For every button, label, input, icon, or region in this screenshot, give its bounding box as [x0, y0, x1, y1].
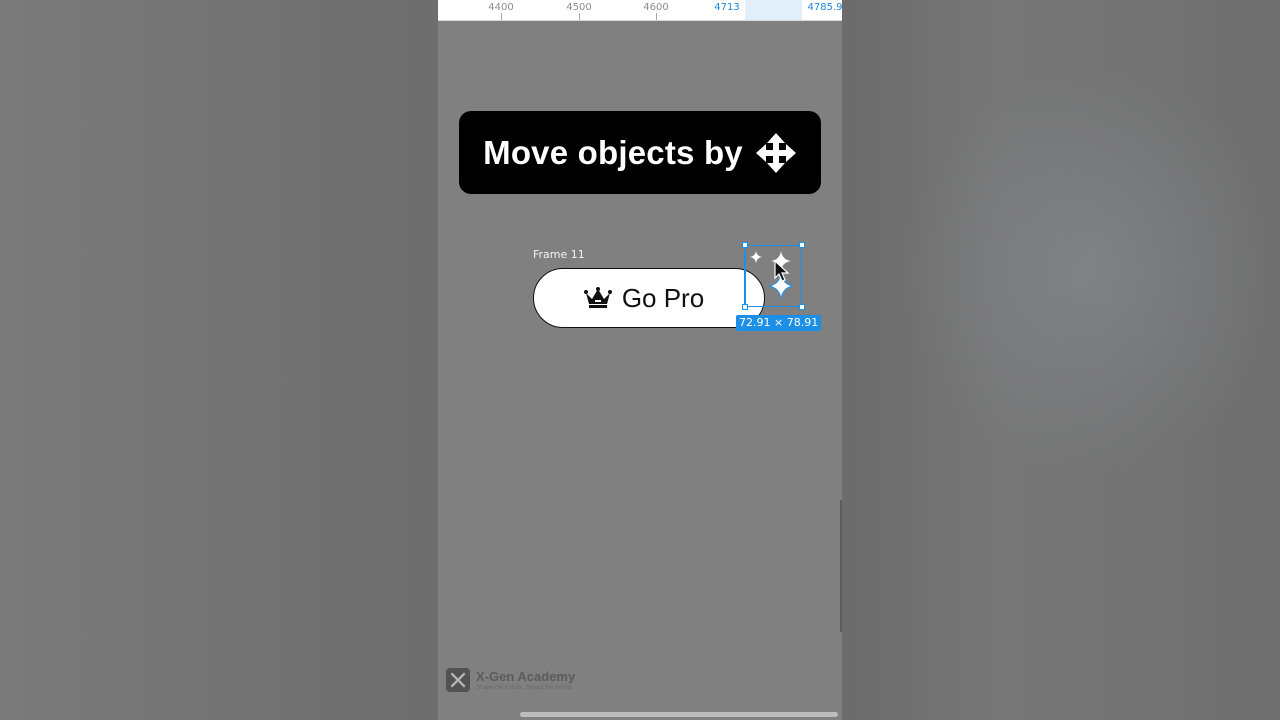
ruler-selection-range	[745, 0, 802, 20]
watermark: X-Gen Academy Shape the Future, Impact t…	[446, 668, 575, 692]
resize-handle-top-right[interactable]	[799, 242, 805, 248]
horizontal-ruler: 4400 4500 4600 4713 4785.9	[438, 0, 842, 21]
mouse-cursor-icon	[774, 260, 790, 282]
dimensions-badge: 72.91 × 78.91	[736, 315, 822, 331]
move-arrows-icon	[755, 132, 796, 173]
design-canvas[interactable]: 4400 4500 4600 4713 4785.9 Move objects …	[438, 0, 842, 720]
ruler-label-selection-start: 4713	[714, 2, 740, 13]
ruler-tick	[656, 13, 657, 20]
resize-handle-top-left[interactable]	[742, 242, 748, 248]
vertical-scrollbar[interactable]	[840, 500, 842, 632]
watermark-subtitle: Shape the Future, Impact the World.	[476, 685, 573, 691]
small-sparkle-icon	[750, 251, 762, 263]
ruler-tick	[579, 13, 580, 20]
ruler-label-4400: 4400	[488, 2, 514, 13]
x-logo-icon	[446, 668, 470, 692]
ruler-tick	[501, 13, 502, 20]
resize-handle-bottom-left[interactable]	[742, 304, 748, 310]
ruler-label-4500: 4500	[566, 2, 592, 13]
background-glow	[900, 60, 1280, 480]
watermark-title: X-Gen Academy	[476, 669, 576, 684]
banner-text: Move objects by	[483, 133, 743, 171]
ruler-label-selection-end: 4785.9	[807, 2, 843, 13]
ruler-label-4600: 4600	[643, 2, 669, 13]
tutorial-banner: Move objects by	[459, 111, 821, 194]
go-pro-label: Go Pro	[621, 282, 705, 313]
go-pro-button[interactable]: Go Pro	[533, 268, 765, 328]
horizontal-scrollbar[interactable]	[520, 712, 838, 717]
resize-handle-bottom-right[interactable]	[799, 304, 805, 310]
frame-label[interactable]: Frame 11	[533, 248, 585, 261]
crown-icon	[583, 287, 612, 308]
